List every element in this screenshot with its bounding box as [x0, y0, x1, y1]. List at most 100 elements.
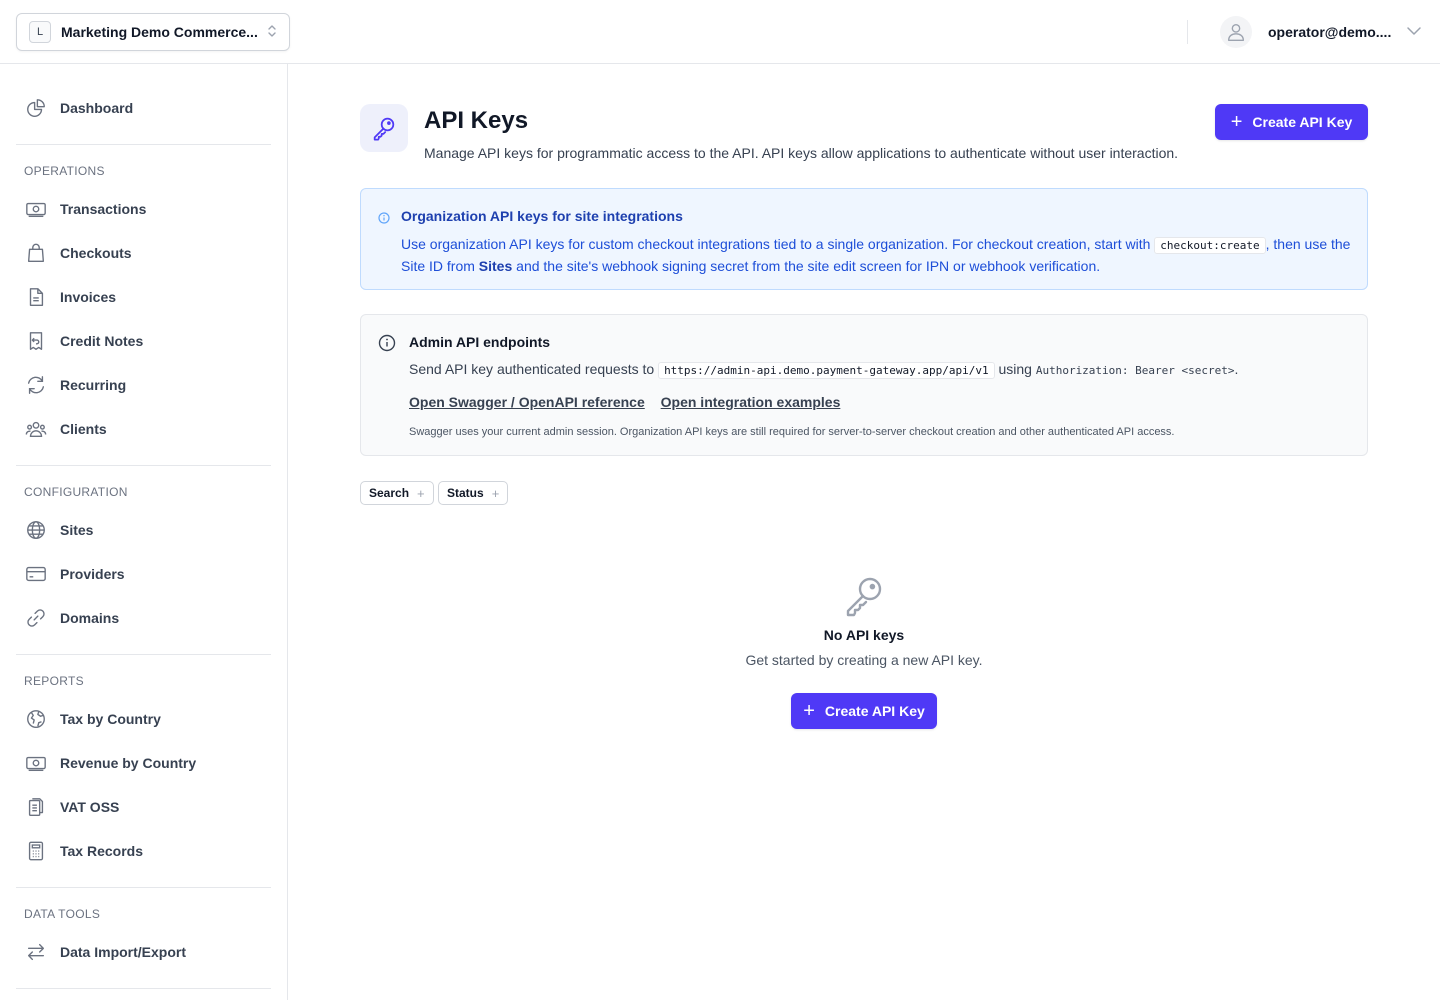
- sidebar-item-label: Dashboard: [60, 100, 134, 116]
- top-bar: L Marketing Demo Commerce... operator@de…: [0, 0, 1440, 64]
- clipboard-document-icon: [24, 795, 48, 819]
- filter-label: Search: [369, 486, 410, 500]
- sidebar-item-label: Recurring: [60, 377, 127, 393]
- section-label-reports: REPORTS: [24, 674, 84, 688]
- sidebar-item-label: Sites: [60, 522, 94, 538]
- panel-text: Send API key authenticated requests to: [409, 361, 655, 377]
- user-email: operator@demo....: [1268, 24, 1392, 40]
- panel-links: Open Swagger / OpenAPI reference Open in…: [409, 394, 852, 410]
- chevron-down-icon: [1406, 23, 1422, 42]
- credit-card-icon: [24, 562, 48, 586]
- globe-europe-icon: [24, 707, 48, 731]
- sidebar-item-recurring[interactable]: Recurring: [16, 367, 272, 403]
- section-label-data-tools: DATA TOOLS: [24, 907, 101, 921]
- sidebar-item-label: Credit Notes: [60, 333, 144, 349]
- document-icon: [24, 285, 48, 309]
- sidebar: Dashboard OPERATIONS Transactions Checko…: [0, 64, 288, 1000]
- sidebar-item-label: Providers: [60, 566, 125, 582]
- org-api-keys-info: Organization API keys for site integrati…: [360, 188, 1368, 290]
- page-description: Manage API keys for programmatic access …: [424, 145, 1179, 161]
- globe-icon: [24, 518, 48, 542]
- info-circle-icon: [378, 334, 396, 355]
- banknote-icon: [24, 197, 48, 221]
- sites-link[interactable]: Sites: [479, 258, 512, 274]
- shopping-bag-icon: [24, 241, 48, 265]
- sidebar-item-label: Transactions: [60, 201, 147, 217]
- user-icon: [1220, 16, 1252, 48]
- org-name: Marketing Demo Commerce...: [61, 24, 258, 40]
- section-label-configuration: CONFIGURATION: [24, 485, 128, 499]
- user-menu[interactable]: operator@demo....: [1220, 16, 1422, 48]
- chevron-up-down-icon: [267, 24, 277, 41]
- scope-code: checkout:create: [1154, 237, 1266, 254]
- sidebar-divider: [16, 887, 271, 888]
- sidebar-item-vat-oss[interactable]: VAT OSS: [16, 789, 272, 825]
- sidebar-item-label: Clients: [60, 421, 107, 437]
- sidebar-item-label: Checkouts: [60, 245, 132, 261]
- integration-examples-link[interactable]: Open integration examples: [661, 394, 841, 410]
- button-label: Create API Key: [1252, 114, 1353, 130]
- organization-switcher[interactable]: L Marketing Demo Commerce...: [16, 13, 290, 51]
- info-icon: [378, 211, 390, 227]
- banknote-icon: [24, 751, 48, 775]
- plus-icon: +: [417, 485, 425, 501]
- panel-text: .: [1234, 361, 1239, 377]
- panel-title: Admin API endpoints: [409, 334, 551, 350]
- receipt-refund-icon: [24, 329, 48, 353]
- sidebar-item-revenue-by-country[interactable]: Revenue by Country: [16, 745, 272, 781]
- sidebar-item-credit-notes[interactable]: Credit Notes: [16, 323, 272, 359]
- chart-pie-icon: [24, 96, 48, 120]
- empty-state-subtitle: Get started by creating a new API key.: [745, 652, 983, 668]
- sidebar-item-data-import-export[interactable]: Data Import/Export: [16, 934, 272, 970]
- key-icon: [360, 104, 408, 152]
- plus-icon: +: [1230, 111, 1243, 133]
- calculator-icon: [24, 839, 48, 863]
- api-url-code: https://admin-api.demo.payment-gateway.a…: [658, 362, 995, 379]
- panel-body: Send API key authenticated requests to h…: [409, 361, 1239, 379]
- swagger-link[interactable]: Open Swagger / OpenAPI reference: [409, 394, 645, 410]
- page-title: API Keys: [424, 107, 529, 134]
- search-filter-button[interactable]: Search +: [360, 481, 434, 505]
- plus-icon: +: [803, 700, 815, 722]
- sidebar-item-tax-by-country[interactable]: Tax by Country: [16, 701, 272, 737]
- plus-icon: +: [491, 485, 500, 501]
- sidebar-divider: [16, 144, 271, 145]
- header-divider: [1187, 20, 1188, 44]
- sidebar-item-invoices[interactable]: Invoices: [16, 279, 272, 315]
- refresh-icon: [24, 373, 48, 397]
- sidebar-item-label: Domains: [60, 610, 120, 626]
- sidebar-item-label: Invoices: [60, 289, 117, 305]
- panel-note: Swagger uses your current admin session.…: [409, 426, 1175, 438]
- info-text: Use organization API keys for custom che…: [401, 236, 1151, 252]
- empty-state-key-icon: [840, 571, 888, 622]
- sidebar-item-tax-records[interactable]: Tax Records: [16, 833, 272, 869]
- filter-label: Status: [447, 486, 484, 500]
- info-body: Use organization API keys for custom che…: [401, 234, 1353, 276]
- create-api-key-button[interactable]: + Create API Key: [1215, 104, 1368, 140]
- sidebar-item-providers[interactable]: Providers: [16, 556, 272, 592]
- admin-api-endpoints-panel: Admin API endpoints Send API key authent…: [360, 314, 1368, 456]
- sidebar-item-label: VAT OSS: [60, 799, 120, 815]
- org-avatar: L: [29, 21, 51, 43]
- button-label: Create API Key: [824, 703, 925, 719]
- sidebar-divider: [16, 988, 271, 989]
- arrows-right-left-icon: [24, 940, 48, 964]
- info-title: Organization API keys for site integrati…: [401, 208, 683, 224]
- sidebar-item-label: Tax by Country: [60, 711, 161, 727]
- sidebar-item-label: Revenue by Country: [60, 755, 197, 771]
- section-label-operations: OPERATIONS: [24, 164, 105, 178]
- empty-state-create-api-key-button[interactable]: + Create API Key: [791, 693, 937, 729]
- sidebar-item-checkouts[interactable]: Checkouts: [16, 235, 272, 271]
- sidebar-item-dashboard[interactable]: Dashboard: [16, 90, 272, 126]
- status-filter-button[interactable]: Status +: [438, 481, 509, 505]
- sidebar-item-label: Data Import/Export: [60, 944, 187, 960]
- sidebar-divider: [16, 465, 271, 466]
- panel-text: using: [998, 361, 1032, 377]
- sidebar-item-transactions[interactable]: Transactions: [16, 191, 272, 227]
- users-icon: [24, 417, 48, 441]
- info-text: and the site's webhook signing secret fr…: [516, 258, 1101, 274]
- sidebar-item-clients[interactable]: Clients: [16, 411, 272, 447]
- sidebar-item-label: Tax Records: [60, 843, 143, 859]
- empty-state-title: No API keys: [823, 627, 905, 643]
- sidebar-item-sites[interactable]: Sites: [16, 512, 272, 548]
